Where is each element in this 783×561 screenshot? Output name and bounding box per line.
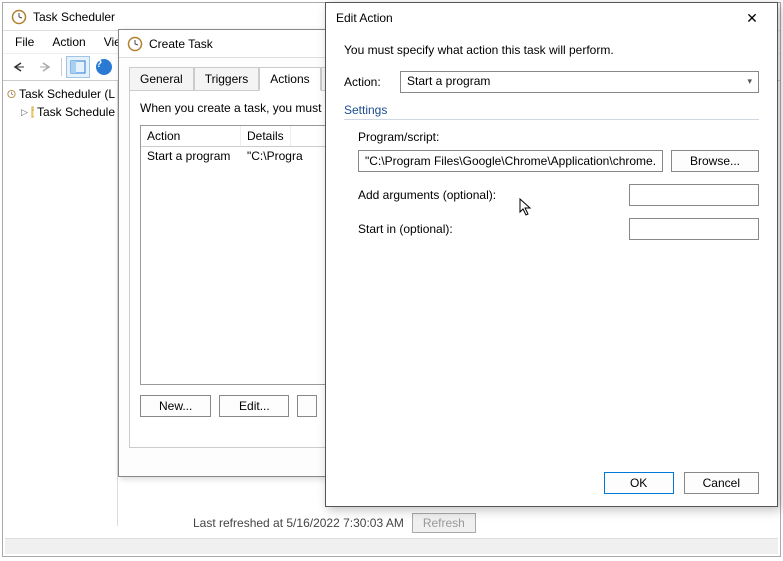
- folder-icon: [31, 105, 34, 119]
- cancel-button[interactable]: Cancel: [684, 472, 759, 494]
- tab-actions[interactable]: Actions: [259, 67, 320, 91]
- new-button[interactable]: New...: [140, 395, 211, 417]
- delete-button-partial[interactable]: [297, 395, 317, 417]
- action-select-value: Start a program: [407, 74, 490, 88]
- forward-button[interactable]: [33, 56, 57, 78]
- back-button[interactable]: [7, 56, 31, 78]
- edit-button[interactable]: Edit...: [219, 395, 289, 417]
- startin-input[interactable]: [629, 218, 759, 240]
- arguments-label: Add arguments (optional):: [358, 188, 621, 202]
- clock-icon: [127, 36, 143, 52]
- ok-button[interactable]: OK: [604, 472, 674, 494]
- menu-file[interactable]: File: [7, 33, 42, 51]
- create-task-title: Create Task: [149, 37, 213, 51]
- chevron-right-icon[interactable]: ▷: [21, 107, 28, 118]
- settings-legend: Settings: [344, 103, 759, 117]
- help-icon: ?: [96, 59, 112, 75]
- nav-tree[interactable]: Task Scheduler (L ▷ Task Schedule: [3, 81, 118, 526]
- close-icon[interactable]: ✕: [737, 10, 767, 27]
- tab-triggers[interactable]: Triggers: [194, 67, 260, 91]
- clock-icon: [7, 87, 16, 101]
- toolbar-pane-button[interactable]: [66, 56, 90, 78]
- col-action[interactable]: Action: [141, 126, 241, 146]
- pane-icon: [70, 60, 86, 74]
- browse-button[interactable]: Browse...: [671, 150, 759, 172]
- tab-general[interactable]: General: [129, 67, 194, 91]
- arrow-right-icon: [38, 61, 52, 73]
- startin-label: Start in (optional):: [358, 222, 621, 236]
- action-select[interactable]: Start a program ▾: [400, 71, 759, 93]
- cell-action: Start a program: [141, 147, 241, 165]
- edit-action-dialog: Edit Action ✕ You must specify what acti…: [325, 2, 778, 507]
- refresh-button[interactable]: Refresh: [412, 513, 476, 533]
- arguments-input[interactable]: [629, 184, 759, 206]
- arrow-left-icon: [12, 61, 26, 73]
- program-label: Program/script:: [358, 130, 759, 144]
- status-bar: Last refreshed at 5/16/2022 7:30:03 AM R…: [193, 510, 476, 536]
- cell-details: "C:\Progra: [241, 147, 309, 165]
- tree-root-node[interactable]: Task Scheduler (L: [5, 85, 115, 103]
- tree-child-label: Task Schedule: [37, 105, 115, 119]
- tree-child-node[interactable]: ▷ Task Schedule: [5, 103, 115, 121]
- action-label: Action:: [344, 75, 400, 89]
- horizontal-scrollbar[interactable]: [5, 538, 778, 554]
- menu-action[interactable]: Action: [44, 33, 93, 51]
- edit-action-instruction: You must specify what action this task w…: [344, 43, 759, 57]
- status-text: Last refreshed at 5/16/2022 7:30:03 AM: [193, 516, 404, 530]
- program-input[interactable]: [358, 150, 663, 172]
- tree-root-label: Task Scheduler (L: [19, 87, 115, 101]
- help-button[interactable]: ?: [92, 56, 116, 78]
- edit-action-titlebar[interactable]: Edit Action ✕: [326, 3, 777, 33]
- app-clock-icon: [11, 9, 27, 25]
- edit-action-title: Edit Action: [336, 11, 393, 25]
- chevron-down-icon: ▾: [747, 76, 752, 87]
- col-details[interactable]: Details: [241, 126, 291, 146]
